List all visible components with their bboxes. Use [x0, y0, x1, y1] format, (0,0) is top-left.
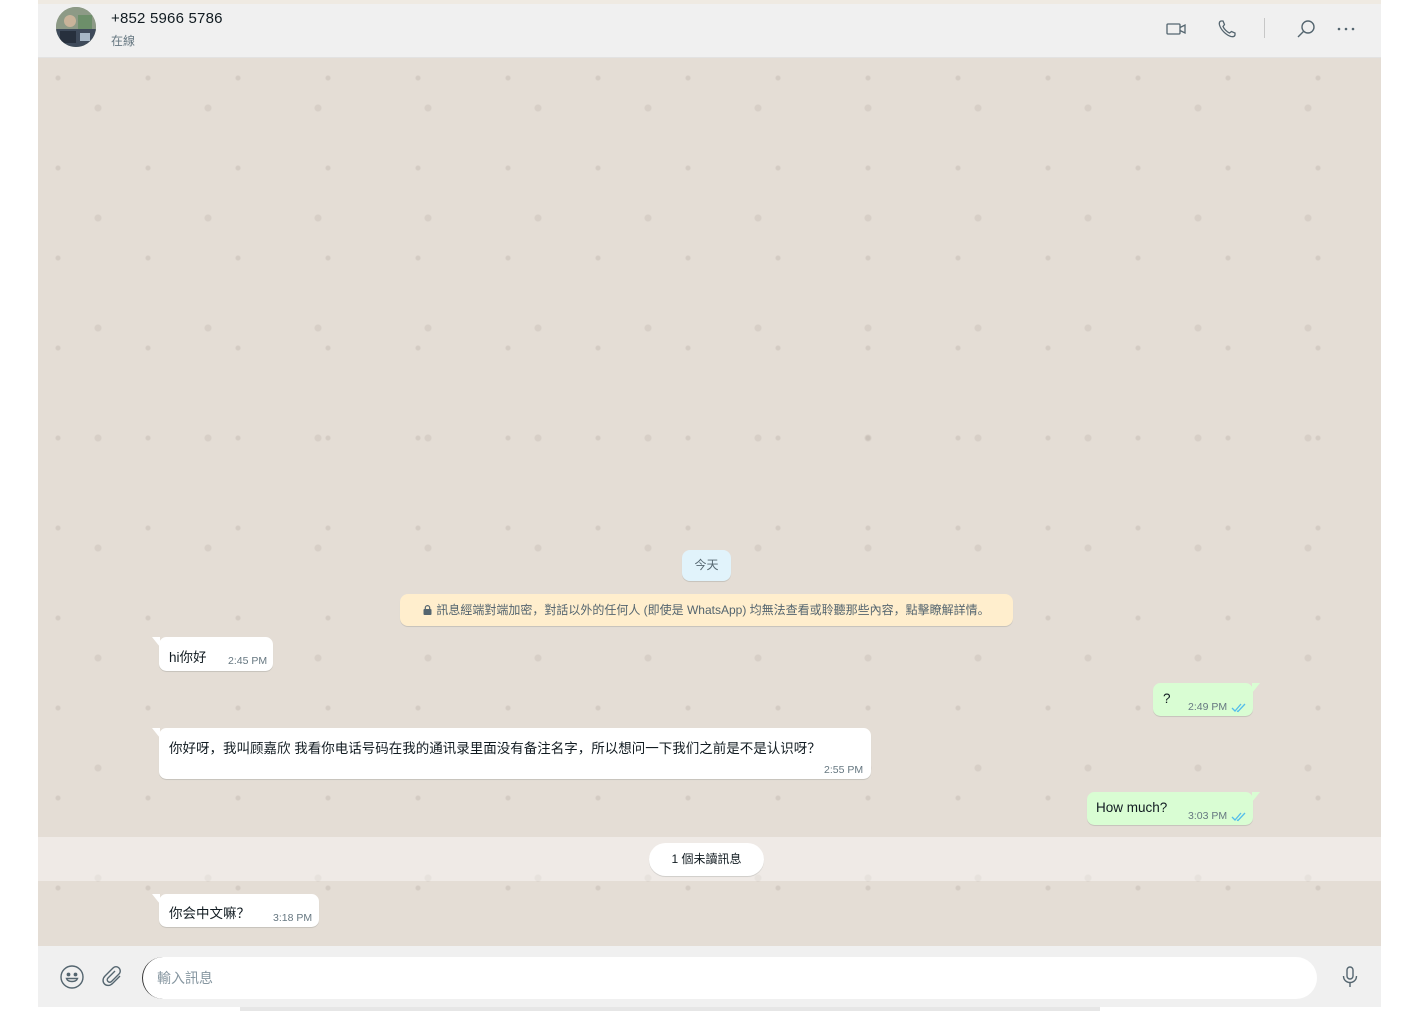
- message-text: 你好呀，我叫顾嘉欣 我看你电话号码在我的通讯录里面没有备注名字，所以想问一下我们…: [169, 741, 821, 756]
- message-time: 2:55 PM: [824, 764, 864, 776]
- date-divider: 今天: [682, 550, 731, 581]
- video-call-icon[interactable]: [1165, 18, 1187, 40]
- message-time: 2:45 PM: [228, 655, 268, 667]
- message-incoming[interactable]: 你会中文嘛？ 3:18 PM: [152, 894, 319, 927]
- emoji-icon[interactable]: [59, 964, 85, 990]
- contact-status: 在線: [111, 34, 136, 48]
- header-divider: [1264, 18, 1265, 38]
- compose-bar: [38, 946, 1381, 1007]
- message-text: hi你好: [169, 650, 207, 665]
- bubble-tail: [152, 894, 160, 904]
- message-time: 3:03 PM: [1188, 810, 1228, 822]
- encryption-notice[interactable]: 訊息經端對端加密，對話以外的任何人 (即使是 WhatsApp) 均無法查看或聆…: [400, 594, 1013, 626]
- message-input[interactable]: [142, 957, 1317, 999]
- contact-name[interactable]: +852 5966 5786: [111, 10, 223, 27]
- bubble-tail: [1252, 683, 1260, 693]
- bubble-tail: [152, 637, 160, 647]
- message-text: ?: [1163, 691, 1171, 706]
- lock-icon: [423, 595, 432, 627]
- message-time: 2:49 PM: [1188, 701, 1228, 713]
- message-text: 你会中文嘛？: [169, 906, 250, 921]
- chat-header[interactable]: +852 5966 5786 在線: [38, 4, 1381, 58]
- unread-divider: 1 個未讀訊息: [649, 843, 764, 876]
- avatar[interactable]: [56, 7, 96, 47]
- message-text: How much?: [1096, 800, 1168, 815]
- bubble-tail: [1252, 792, 1260, 802]
- microphone-icon[interactable]: [1337, 964, 1363, 990]
- bubble-tail: [152, 728, 160, 738]
- more-options-icon[interactable]: [1335, 18, 1357, 40]
- message-outgoing[interactable]: How much? 3:03 PM: [1087, 792, 1260, 825]
- read-receipt-icon: [1231, 701, 1247, 716]
- message-outgoing[interactable]: ? 2:49 PM: [1153, 683, 1260, 716]
- message-incoming[interactable]: 你好呀，我叫顾嘉欣 我看你电话号码在我的通讯录里面没有备注名字，所以想问一下我们…: [152, 728, 871, 779]
- attach-icon[interactable]: [100, 964, 126, 990]
- message-list[interactable]: 今天 訊息經端對端加密，對話以外的任何人 (即使是 WhatsApp) 均無法查…: [38, 58, 1381, 946]
- search-icon[interactable]: [1295, 18, 1317, 40]
- read-receipt-icon: [1231, 810, 1247, 825]
- encryption-notice-text: 訊息經端對端加密，對話以外的任何人 (即使是 WhatsApp) 均無法查看或聆…: [436, 603, 990, 617]
- message-incoming[interactable]: hi你好 2:45 PM: [152, 637, 273, 671]
- chat-window: +852 5966 5786 在線 今天 訊息經端對端加密，對話以外的任何人 (…: [38, 0, 1381, 1007]
- window-bottom-edge: [240, 1007, 1100, 1011]
- voice-call-icon[interactable]: [1216, 18, 1238, 40]
- message-time: 3:18 PM: [273, 912, 313, 924]
